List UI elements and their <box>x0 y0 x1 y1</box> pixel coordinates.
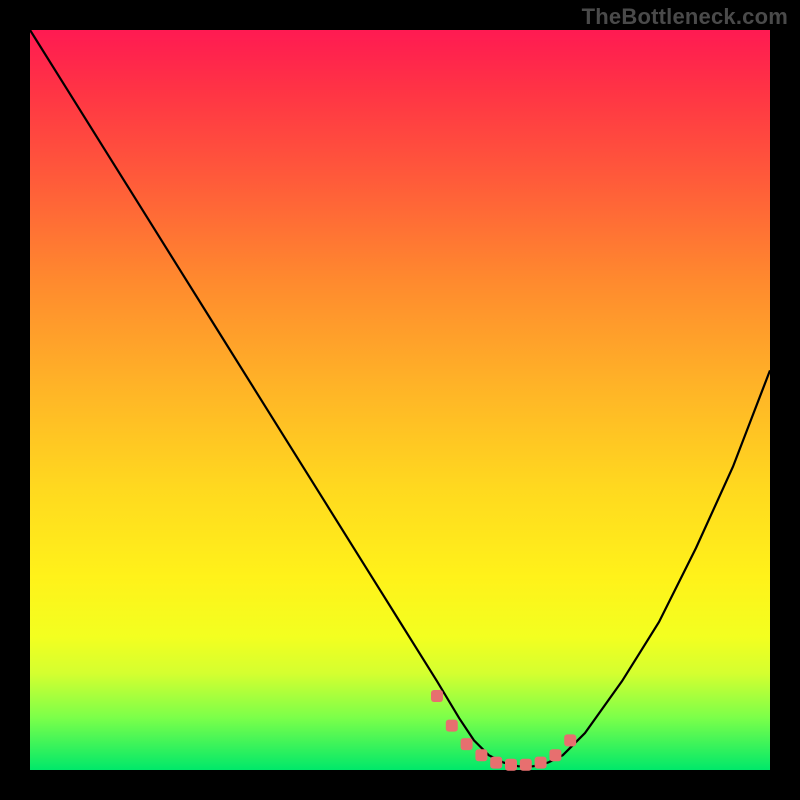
plot-area <box>30 30 770 770</box>
watermark-text: TheBottleneck.com <box>582 4 788 30</box>
chart-frame: TheBottleneck.com <box>0 0 800 800</box>
